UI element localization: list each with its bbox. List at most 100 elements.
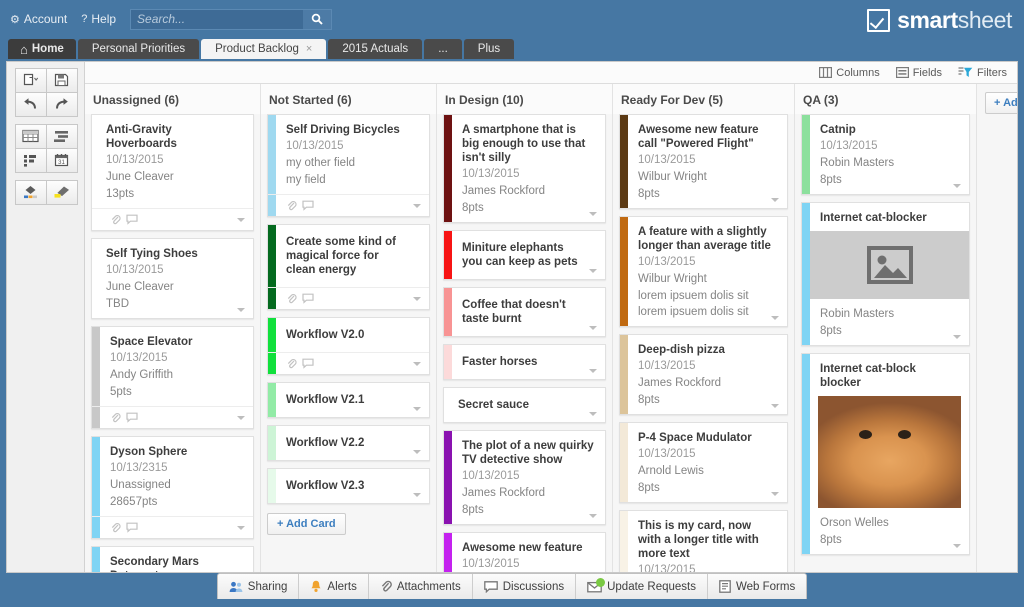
card-menu-chevron-down-icon[interactable] — [413, 450, 421, 454]
card[interactable]: The plot of a new quirky TV detective sh… — [443, 430, 606, 525]
bottom-button-attachments[interactable]: Attachments — [369, 574, 473, 599]
filters-button[interactable]: Filters — [958, 67, 1007, 79]
card-menu-chevron-down-icon[interactable] — [771, 198, 779, 202]
card-menu-chevron-down-icon[interactable] — [589, 326, 597, 330]
card-menu-chevron-down-icon[interactable] — [953, 335, 961, 339]
card[interactable]: Internet cat-block blockerOrson Welles8p… — [801, 353, 970, 555]
card[interactable]: Secret sauce — [443, 387, 606, 423]
card[interactable]: Faster horses — [443, 344, 606, 380]
bottom-button-web-forms[interactable]: Web Forms — [708, 574, 806, 599]
sheet-tab-product-backlog[interactable]: Product Backlog× — [201, 39, 326, 59]
card-menu-chevron-down-icon[interactable] — [237, 526, 245, 530]
paperclip-icon[interactable] — [110, 522, 121, 533]
card[interactable]: Space Elevator10/13/2015Andy Griffith5pt… — [91, 326, 254, 429]
card-view-button[interactable] — [15, 148, 47, 173]
close-tab-icon[interactable]: × — [306, 43, 312, 55]
card[interactable]: Self Driving Bicycles10/13/2015my other … — [267, 114, 430, 217]
paperclip-icon[interactable] — [286, 200, 297, 211]
card[interactable]: Workflow V2.0 — [267, 317, 430, 375]
search-input[interactable] — [131, 10, 303, 29]
bottom-button-sharing[interactable]: Sharing — [218, 574, 300, 599]
card[interactable]: Catnip10/13/2015Robin Masters8pts — [801, 114, 970, 195]
card[interactable]: Workflow V2.2 — [267, 425, 430, 461]
bottom-button-discussions[interactable]: Discussions — [473, 574, 576, 599]
card-title: Workflow V2.1 — [286, 393, 407, 407]
add-column-button[interactable]: + Add — [985, 92, 1017, 114]
highlight-button[interactable] — [46, 180, 78, 205]
card-field: 10/13/2015 — [638, 254, 777, 270]
card-menu-chevron-down-icon[interactable] — [413, 297, 421, 301]
comment-icon[interactable] — [302, 358, 314, 369]
card-menu-chevron-down-icon[interactable] — [771, 492, 779, 496]
undo-button[interactable] — [15, 92, 47, 117]
columns-button[interactable]: Columns — [819, 67, 879, 79]
card-menu-chevron-down-icon[interactable] — [237, 416, 245, 420]
card[interactable]: A feature with a slightly longer than av… — [619, 216, 788, 327]
card[interactable]: Secondary Mars Datacenter — [91, 546, 254, 572]
card-menu-chevron-down-icon[interactable] — [413, 493, 421, 497]
card[interactable]: Workflow V2.3 — [267, 468, 430, 504]
card-menu-chevron-down-icon[interactable] — [413, 407, 421, 411]
card-menu-chevron-down-icon[interactable] — [771, 404, 779, 408]
card[interactable]: Awesome new feature10/13/2015James Rockf… — [443, 532, 606, 572]
card[interactable]: Deep-dish pizza10/13/2015James Rockford8… — [619, 334, 788, 415]
search-button[interactable] — [303, 10, 331, 29]
account-menu[interactable]: ⚙ Account — [10, 12, 67, 26]
calendar-view-button[interactable]: 31 — [46, 148, 78, 173]
card-menu-chevron-down-icon[interactable] — [589, 514, 597, 518]
card[interactable]: Coffee that doesn't taste burnt — [443, 287, 606, 337]
redo-button[interactable] — [46, 92, 78, 117]
card-menu-chevron-down-icon[interactable] — [589, 412, 597, 416]
card-menu-chevron-down-icon[interactable] — [589, 212, 597, 216]
card[interactable]: Workflow V2.1 — [267, 382, 430, 418]
logo-bold: smart — [897, 7, 958, 33]
sheet-tab-2015-actuals[interactable]: 2015 Actuals — [328, 39, 422, 59]
card[interactable]: Miniture elephants you can keep as pets — [443, 230, 606, 280]
card-menu-chevron-down-icon[interactable] — [413, 204, 421, 208]
card[interactable]: Self Tying Shoes10/13/2015June CleaverTB… — [91, 238, 254, 319]
paperclip-icon[interactable] — [110, 412, 121, 423]
card[interactable]: Create some kind of magical force for cl… — [267, 224, 430, 310]
comment-icon[interactable] — [302, 200, 314, 211]
card-menu-chevron-down-icon[interactable] — [771, 316, 779, 320]
card-menu-chevron-down-icon[interactable] — [237, 218, 245, 222]
comment-icon[interactable] — [126, 522, 138, 533]
grid-view-button[interactable] — [15, 124, 47, 149]
sheet-tab-label: Home — [32, 43, 64, 55]
bottom-button-alerts[interactable]: Alerts — [299, 574, 368, 599]
gantt-view-button[interactable] — [46, 124, 78, 149]
card[interactable]: Anti-Gravity Hoverboards10/13/2015June C… — [91, 114, 254, 231]
paperclip-icon[interactable] — [286, 293, 297, 304]
conditional-formatting-button[interactable] — [15, 180, 47, 205]
sheet-tab-plus[interactable]: Plus — [464, 39, 514, 59]
save-button[interactable] — [46, 68, 78, 93]
sheet-tab-[interactable]: ... — [424, 39, 462, 59]
card-menu-chevron-down-icon[interactable] — [237, 308, 245, 312]
paperclip-icon[interactable] — [110, 214, 121, 225]
card[interactable]: Awesome new feature call "Powered Flight… — [619, 114, 788, 209]
card[interactable]: This is my card, now with a longer title… — [619, 510, 788, 572]
comment-icon[interactable] — [302, 293, 314, 304]
comment-icon[interactable] — [126, 214, 138, 225]
paperclip-icon[interactable] — [286, 358, 297, 369]
card[interactable]: Internet cat-blockerRobin Masters8pts — [801, 202, 970, 346]
add-card-button[interactable]: + Add Card — [267, 513, 346, 535]
new-sheet-button[interactable] — [15, 68, 47, 93]
card[interactable]: P-4 Space Mudulator10/13/2015Arnold Lewi… — [619, 422, 788, 503]
card-menu-chevron-down-icon[interactable] — [413, 362, 421, 366]
fields-button[interactable]: Fields — [896, 67, 942, 79]
bottom-button-update-requests[interactable]: Update Requests — [576, 574, 708, 599]
form-icon — [719, 580, 731, 593]
card-menu-chevron-down-icon[interactable] — [589, 369, 597, 373]
card-body: P-4 Space Mudulator10/13/2015Arnold Lewi… — [620, 423, 787, 502]
sheet-tab-personal-priorities[interactable]: Personal Priorities — [78, 39, 199, 59]
card-menu-chevron-down-icon[interactable] — [589, 269, 597, 273]
comment-icon[interactable] — [126, 412, 138, 423]
card-menu-chevron-down-icon[interactable] — [953, 184, 961, 188]
sheet-tab-home[interactable]: ⌂Home — [8, 39, 76, 59]
card-body: Secondary Mars Datacenter — [92, 547, 253, 572]
help-menu[interactable]: ? Help — [81, 12, 116, 26]
card[interactable]: A smartphone that is big enough to use t… — [443, 114, 606, 223]
card[interactable]: Dyson Sphere10/13/2315Unassigned28657pts — [91, 436, 254, 539]
card-menu-chevron-down-icon[interactable] — [953, 544, 961, 548]
